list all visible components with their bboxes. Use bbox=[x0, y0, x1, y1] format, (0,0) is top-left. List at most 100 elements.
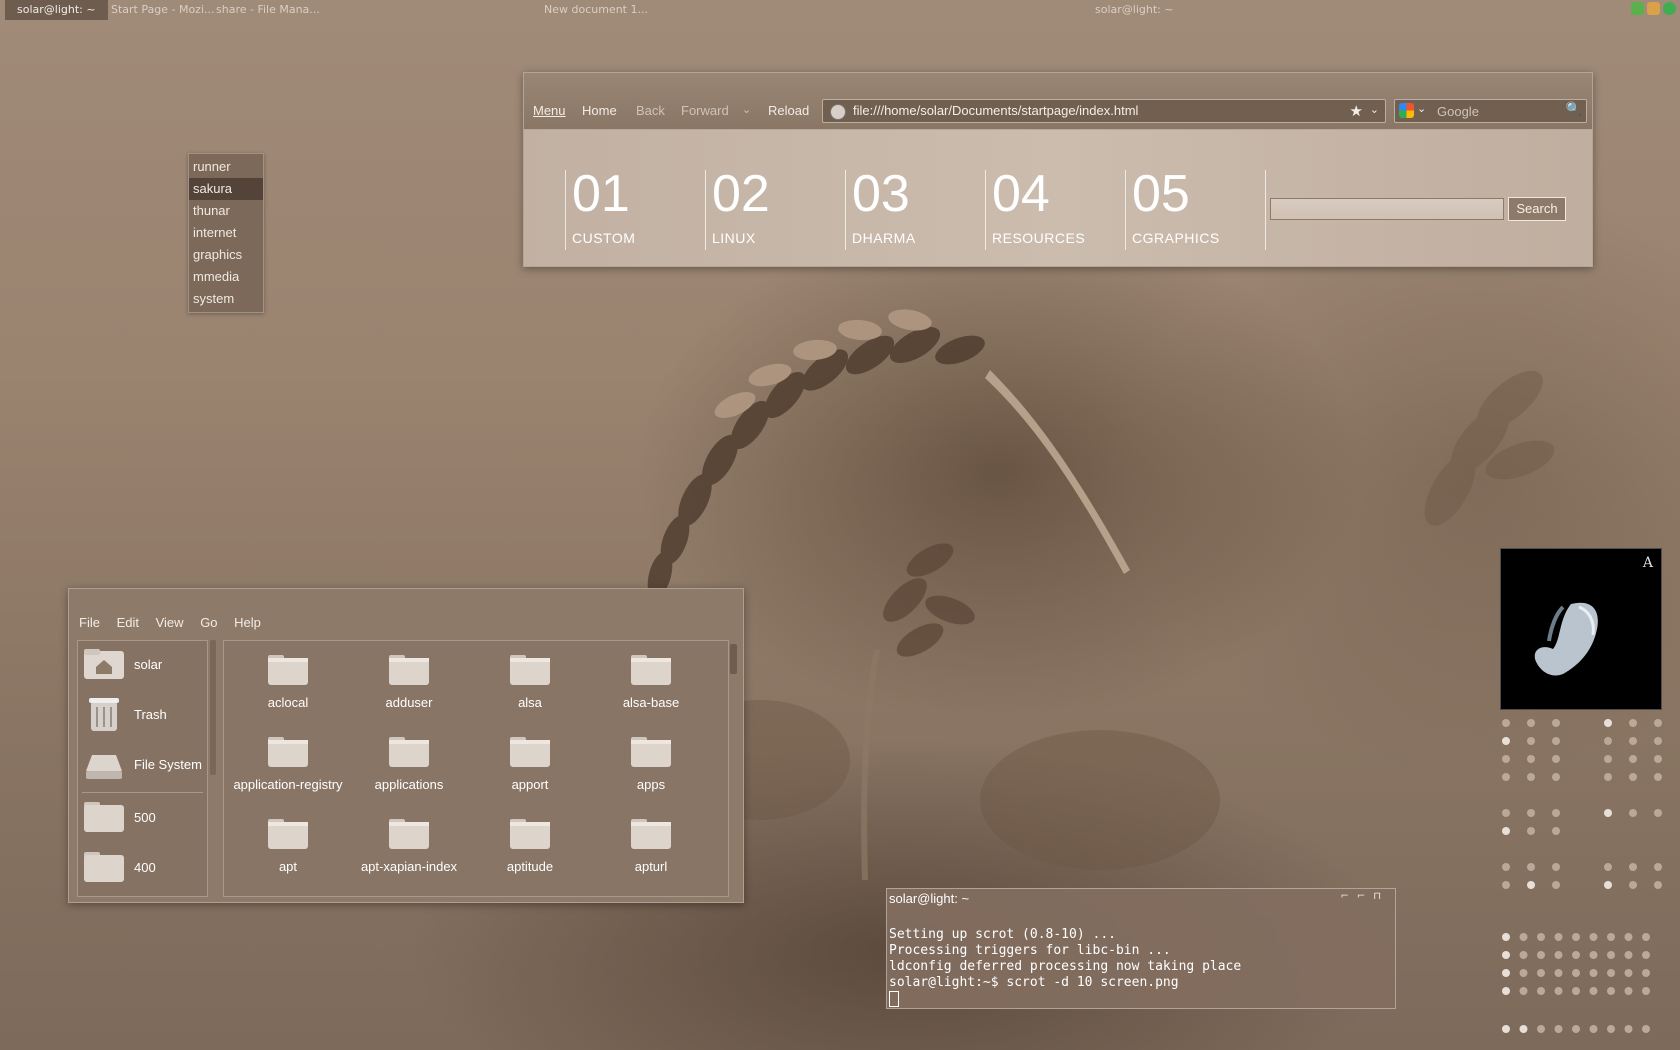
place-bookmark-400[interactable]: 400 bbox=[78, 844, 207, 892]
tile-label: DHARMA bbox=[852, 230, 916, 246]
menu-go[interactable]: Go bbox=[200, 615, 217, 630]
dot bbox=[1537, 969, 1545, 977]
menu-item-runner[interactable]: runner bbox=[189, 156, 263, 178]
home-button[interactable]: Home bbox=[582, 103, 617, 118]
bookmark-star-icon[interactable]: ★ bbox=[1350, 102, 1363, 120]
dot bbox=[1642, 951, 1650, 959]
dot bbox=[1604, 881, 1612, 889]
play-icon[interactable] bbox=[1663, 2, 1676, 15]
forward-button[interactable]: Forward bbox=[681, 103, 729, 118]
url-dropdown-icon[interactable]: ⌄ bbox=[1370, 103, 1379, 116]
folder-item[interactable]: aclocal bbox=[228, 643, 348, 723]
file-manager-window: File Edit View Go Help solar Trash File … bbox=[68, 588, 744, 903]
place-trash[interactable]: Trash bbox=[78, 691, 207, 739]
terminal-window[interactable]: solar@light: ~ ⌐⌐⊓ Setting up scrot (0.8… bbox=[886, 888, 1396, 1009]
dot bbox=[1552, 881, 1560, 889]
menu-edit[interactable]: Edit bbox=[117, 615, 139, 630]
dot bbox=[1552, 827, 1560, 835]
dot bbox=[1604, 809, 1612, 817]
search-icon[interactable]: 🔍 bbox=[1566, 102, 1582, 117]
folder-item[interactable]: apport bbox=[470, 725, 590, 805]
folder-item[interactable]: aptitude bbox=[470, 807, 590, 887]
menu-file[interactable]: File bbox=[79, 615, 100, 630]
menu-item-sakura[interactable]: sakura bbox=[189, 178, 263, 200]
place-label: 400 bbox=[134, 860, 156, 875]
dot bbox=[1502, 1025, 1510, 1033]
dot bbox=[1654, 737, 1662, 745]
folder-label: apt-xapian-index bbox=[360, 859, 458, 874]
dot bbox=[1502, 969, 1510, 977]
task-terminal[interactable]: solar@light: ~ bbox=[1095, 3, 1174, 16]
folder-label: apport bbox=[511, 777, 549, 792]
google-icon[interactable] bbox=[1399, 103, 1414, 118]
task-terminal-active[interactable]: solar@light: ~ bbox=[5, 0, 108, 20]
startpage-search-input[interactable] bbox=[1270, 198, 1504, 220]
penguin-icon[interactable] bbox=[1647, 2, 1660, 15]
dot bbox=[1589, 987, 1598, 995]
place-label: File System bbox=[134, 757, 202, 772]
dot bbox=[1624, 951, 1633, 959]
folder-item[interactable]: apps bbox=[591, 725, 711, 805]
tile-custom[interactable]: 01 CUSTOM bbox=[565, 165, 696, 250]
place-filesystem[interactable]: File System bbox=[78, 741, 207, 789]
menu-item-thunar[interactable]: thunar bbox=[189, 200, 263, 222]
place-bookmark-500[interactable]: 500 bbox=[78, 794, 207, 842]
browser-window: Menu Home Back Forward ⌄ Reload file:///… bbox=[523, 72, 1593, 267]
task-editor[interactable]: New document 1... bbox=[544, 3, 648, 16]
folder-icon bbox=[510, 819, 550, 849]
folder-icon bbox=[268, 737, 308, 767]
terminal-line: Setting up scrot (0.8-10) ... bbox=[889, 927, 1116, 942]
back-button[interactable]: Back bbox=[636, 103, 665, 118]
folder-icon bbox=[389, 737, 429, 767]
menu-item-system[interactable]: system bbox=[189, 288, 263, 310]
engine-dropdown-icon[interactable]: ⌄ bbox=[1417, 102, 1426, 115]
sidebar-scrollbar[interactable] bbox=[210, 640, 216, 775]
dot bbox=[1527, 827, 1535, 835]
menu-item-internet[interactable]: internet bbox=[189, 222, 263, 244]
tile-resources[interactable]: 04 RESOURCES bbox=[985, 168, 1116, 250]
folder-item[interactable]: applications bbox=[349, 725, 469, 805]
folder-item[interactable]: alsa-base bbox=[591, 643, 711, 723]
scroll-thumb[interactable] bbox=[730, 644, 737, 674]
dot bbox=[1537, 933, 1545, 941]
task-file-manager[interactable]: share - File Mana... bbox=[216, 3, 320, 16]
url-bar[interactable]: file:///home/solar/Documents/startpage/i… bbox=[822, 99, 1386, 123]
menu-view[interactable]: View bbox=[156, 615, 184, 630]
sidebar-divider bbox=[82, 792, 203, 793]
folder-item[interactable]: alsa bbox=[470, 643, 590, 723]
dot bbox=[1604, 737, 1612, 745]
folder-icon bbox=[510, 655, 550, 685]
folder-item[interactable]: apturl bbox=[591, 807, 711, 887]
folder-item[interactable]: apt bbox=[228, 807, 348, 887]
menu-help[interactable]: Help bbox=[234, 615, 261, 630]
dot bbox=[1552, 719, 1560, 727]
dot bbox=[1654, 863, 1662, 871]
folder-label: adduser bbox=[385, 695, 433, 710]
main-scrollbar[interactable] bbox=[730, 640, 737, 895]
dot bbox=[1527, 737, 1535, 745]
dot bbox=[1629, 881, 1637, 889]
menu-button[interactable]: Menu bbox=[533, 103, 566, 118]
dot bbox=[1502, 719, 1510, 727]
tile-cgraphics[interactable]: 05 CGRAPHICS bbox=[1125, 165, 1256, 250]
startpage-search-button[interactable]: Search bbox=[1508, 197, 1566, 221]
album-art: A bbox=[1500, 548, 1662, 710]
menu-item-mmedia[interactable]: mmedia bbox=[189, 266, 263, 288]
divider bbox=[1265, 170, 1266, 250]
folder-item[interactable]: adduser bbox=[349, 643, 469, 723]
folder-item[interactable]: application-registry bbox=[228, 725, 348, 805]
task-firefox[interactable]: Start Page - Mozi... bbox=[111, 3, 215, 16]
search-input[interactable] bbox=[1435, 102, 1569, 120]
menu-item-graphics[interactable]: graphics bbox=[189, 244, 263, 266]
download-icon[interactable] bbox=[1631, 2, 1644, 15]
dot bbox=[1502, 863, 1510, 871]
history-dropdown-icon[interactable]: ⌄ bbox=[742, 103, 751, 116]
tile-number: 05 bbox=[1132, 165, 1190, 223]
folder-item[interactable]: apt-xapian-index bbox=[349, 807, 469, 887]
reload-button[interactable]: Reload bbox=[768, 103, 809, 118]
place-home[interactable]: solar bbox=[78, 641, 207, 689]
window-controls[interactable]: ⌐⌐⊓ bbox=[1340, 891, 1389, 902]
tile-dharma[interactable]: 03 DHARMA bbox=[845, 168, 976, 250]
tile-linux[interactable]: 02 LINUX bbox=[705, 168, 836, 250]
tile-number: 01 bbox=[572, 165, 630, 223]
